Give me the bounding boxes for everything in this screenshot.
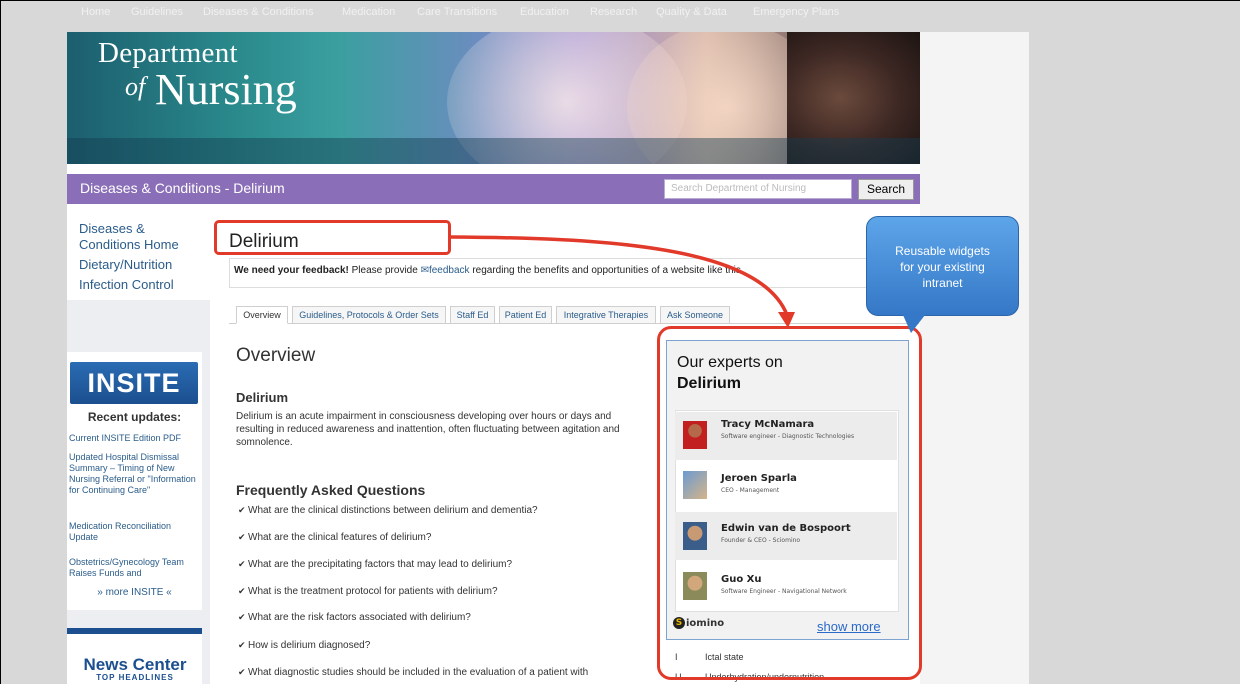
annotation-arrowhead [778, 312, 795, 328]
annotation-arrow-line [450, 235, 789, 316]
annotation-arrow [450, 235, 795, 328]
